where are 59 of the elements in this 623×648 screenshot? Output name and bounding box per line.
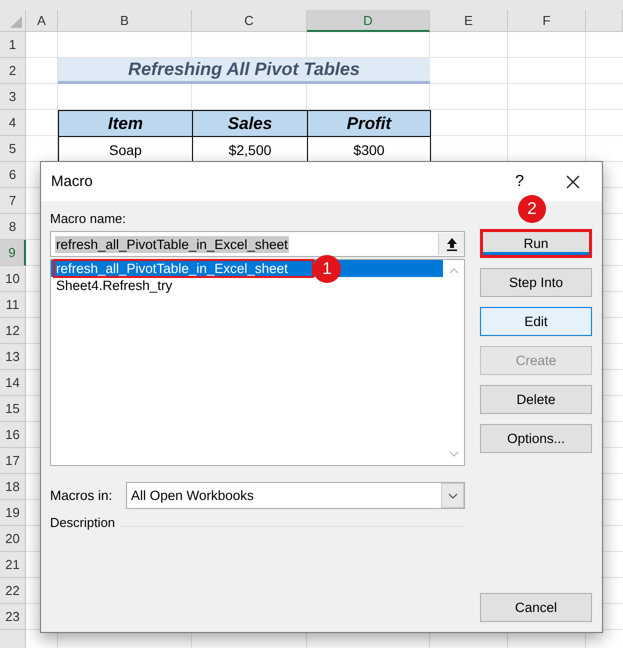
column-header[interactable]: A bbox=[26, 10, 58, 32]
row-header[interactable]: 13 bbox=[0, 344, 26, 370]
dialog-button[interactable]: Step Into bbox=[480, 268, 592, 297]
macro-name-field[interactable]: refresh_all_PivotTable_in_Excel_sheet bbox=[50, 231, 465, 257]
row-header[interactable]: 16 bbox=[0, 422, 26, 448]
table-cell: Soap bbox=[58, 136, 193, 163]
macros-in-label: Macros in: bbox=[50, 488, 114, 503]
step-badge: 2 bbox=[518, 195, 546, 223]
close-icon[interactable] bbox=[566, 174, 580, 188]
column-header[interactable]: D bbox=[307, 10, 430, 32]
row-header[interactable]: 11 bbox=[0, 292, 26, 318]
table-header-cell: Item bbox=[58, 110, 193, 137]
row-header[interactable]: 15 bbox=[0, 396, 26, 422]
row-header[interactable]: 22 bbox=[0, 578, 26, 604]
row-header[interactable]: 3 bbox=[0, 84, 26, 110]
scroll-down-icon[interactable] bbox=[448, 451, 458, 457]
row-header[interactable]: 9 bbox=[0, 240, 26, 266]
row-header[interactable]: 12 bbox=[0, 318, 26, 344]
dialog-button[interactable]: Run bbox=[480, 229, 592, 258]
chevron-down-icon bbox=[448, 492, 458, 498]
macro-name-label: Macro name: bbox=[50, 210, 127, 228]
column-header[interactable]: B bbox=[58, 10, 192, 32]
macros-in-dropdown[interactable]: All Open Workbooks bbox=[126, 482, 465, 509]
select-all-corner[interactable] bbox=[0, 10, 26, 32]
row-header[interactable]: 1 bbox=[0, 32, 26, 58]
cancel-button[interactable]: Cancel bbox=[480, 593, 592, 622]
column-header[interactable]: C bbox=[192, 10, 307, 32]
dialog-button[interactable]: Edit bbox=[480, 307, 592, 336]
step-badge: 1 bbox=[313, 255, 341, 283]
collapse-button[interactable] bbox=[438, 233, 464, 255]
row-header[interactable]: 19 bbox=[0, 500, 26, 526]
row-header[interactable]: 6 bbox=[0, 162, 26, 188]
scroll-up-icon[interactable] bbox=[448, 268, 458, 274]
row-header[interactable]: 7 bbox=[0, 188, 26, 214]
row-header[interactable]: 17 bbox=[0, 448, 26, 474]
row-header[interactable]: 4 bbox=[0, 110, 26, 136]
row-header[interactable]: 21 bbox=[0, 552, 26, 578]
row-header[interactable]: 10 bbox=[0, 266, 26, 292]
help-button[interactable]: ? bbox=[515, 172, 524, 190]
dialog-button[interactable]: Delete bbox=[480, 385, 592, 414]
row-header[interactable]: 18 bbox=[0, 474, 26, 500]
up-arrow-icon bbox=[446, 237, 458, 251]
corner-triangle-icon bbox=[10, 16, 22, 28]
macro-name-value: refresh_all_PivotTable_in_Excel_sheet bbox=[55, 236, 289, 252]
row-header[interactable]: 5 bbox=[0, 136, 26, 162]
column-header[interactable] bbox=[586, 10, 623, 32]
dialog-button[interactable]: Options... bbox=[480, 424, 592, 453]
row-header[interactable]: 8 bbox=[0, 214, 26, 240]
table-header-cell: Sales bbox=[192, 110, 308, 137]
column-header[interactable]: E bbox=[430, 10, 508, 32]
dialog-title: Macro bbox=[51, 173, 94, 190]
description-label: Description bbox=[50, 514, 116, 532]
row-header[interactable]: 2 bbox=[0, 58, 26, 84]
column-header[interactable]: F bbox=[508, 10, 586, 32]
table-header-cell: Profit bbox=[307, 110, 431, 137]
sheet-title: Refreshing All Pivot Tables bbox=[58, 58, 430, 84]
row-header[interactable]: 14 bbox=[0, 370, 26, 396]
row-header[interactable]: 23 bbox=[0, 604, 26, 630]
row-header[interactable]: 20 bbox=[0, 526, 26, 552]
